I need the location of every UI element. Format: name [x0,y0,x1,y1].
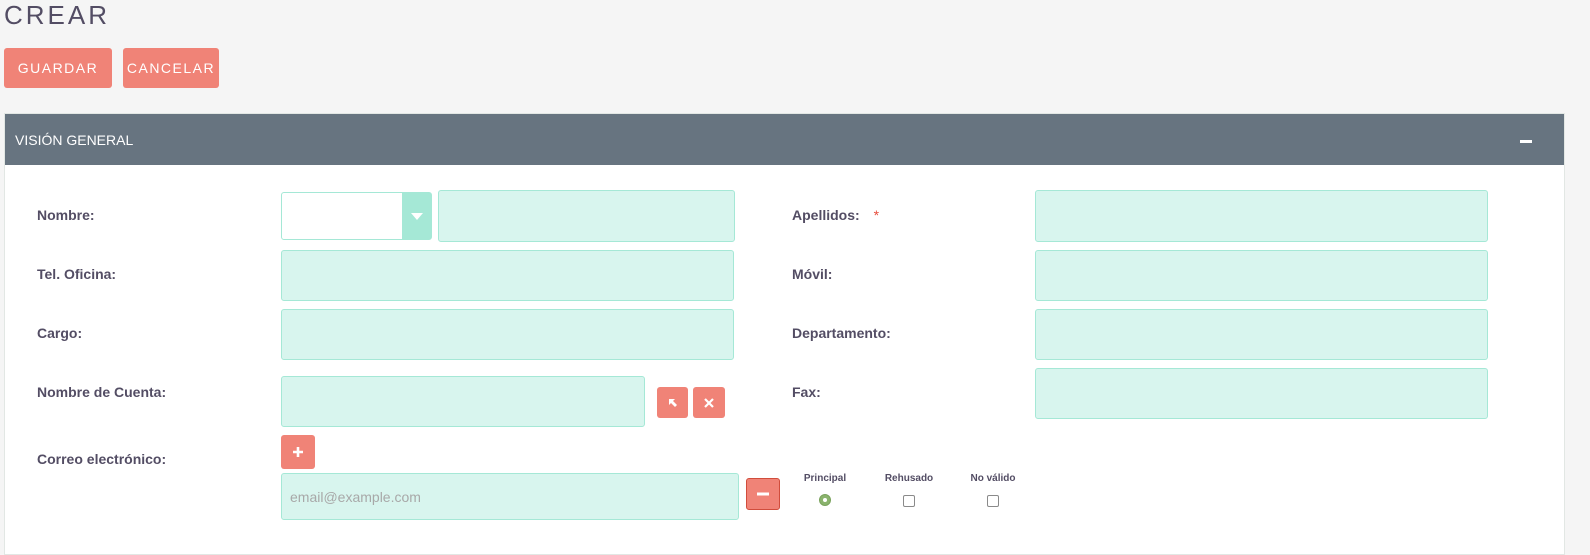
cancel-button[interactable]: CANCELAR [123,48,219,88]
required-marker: * [873,207,880,223]
departamento-label: Departamento: [792,325,891,341]
clear-account-button[interactable] [693,387,725,418]
principal-radio[interactable] [819,494,831,506]
no-valido-label: No válido [970,473,1016,484]
mobile-input[interactable] [1035,250,1488,301]
plus-icon [293,447,303,457]
first-name-input[interactable] [438,190,735,242]
salutation-value [282,193,402,239]
fax-label: Fax: [792,384,821,400]
department-input[interactable] [1035,309,1488,360]
save-button[interactable]: GUARDAR [4,48,112,88]
add-email-button[interactable] [281,435,315,469]
principal-label: Principal [803,473,847,484]
apellidos-label: Apellidos: * [792,207,880,223]
rehusado-checkbox[interactable] [903,495,915,507]
title-input[interactable] [281,309,734,360]
close-icon [704,397,714,408]
email-input[interactable] [281,473,739,520]
last-name-input[interactable] [1035,190,1488,242]
movil-label: Móvil: [792,266,833,282]
fax-input[interactable] [1035,368,1488,419]
cargo-label: Cargo: [37,325,83,341]
chevron-down-icon[interactable] [402,193,431,239]
office-phone-input[interactable] [281,250,734,301]
nombre-cuenta-label: Nombre de Cuenta: [37,384,167,400]
select-account-button[interactable] [657,387,688,418]
minus-icon [757,492,769,496]
nombre-label: Nombre: [37,207,95,223]
arrow-select-icon [668,398,677,407]
account-name-input[interactable] [281,376,645,427]
remove-email-button[interactable] [746,478,780,510]
panel-header[interactable]: VISIÓN GENERAL [5,114,1564,165]
correo-label: Correo electrónico: [37,451,167,467]
no-valido-checkbox[interactable] [987,495,999,507]
salutation-select[interactable] [281,192,432,240]
tel-oficina-label: Tel. Oficina: [37,266,117,282]
panel-title: VISIÓN GENERAL [15,131,134,148]
rehusado-label: Rehusado [884,473,934,484]
minus-icon[interactable] [1520,140,1532,143]
page-title: CREAR [4,0,111,30]
